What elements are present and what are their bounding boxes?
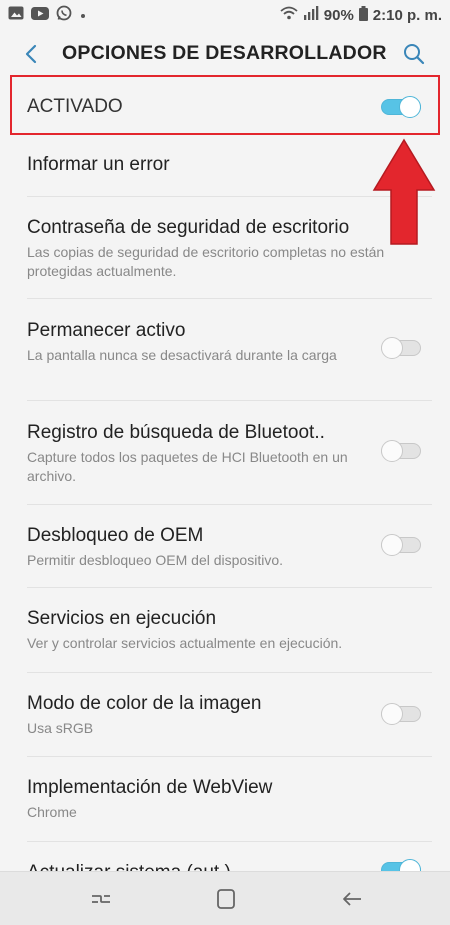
toggle-thumb — [399, 96, 421, 118]
dot-icon — [79, 7, 87, 24]
developer-options-master-switch-row[interactable]: ACTIVADO — [0, 78, 450, 136]
item-subtitle: Chrome — [27, 804, 77, 820]
home-icon — [212, 889, 240, 917]
item-subtitle: Ver y controlar servicios actualmente en… — [27, 635, 343, 651]
clock: 2:10 p. m. — [372, 6, 442, 24]
permanecer-activo-toggle[interactable] — [381, 337, 421, 359]
back-button[interactable] — [18, 40, 46, 68]
item-subtitle: Capture todos los paquetes de HCI Blueto… — [27, 449, 348, 484]
page-title: OPCIONES DE DESARROLLADOR — [62, 42, 387, 64]
home-button[interactable] — [212, 885, 240, 913]
list-item-servicios-ejecucion[interactable]: Servicios en ejecución Ver y controlar s… — [0, 588, 450, 672]
list-item-modo-color-imagen[interactable]: Modo de color de la imagen Usa sRGB — [0, 673, 450, 756]
toggle-thumb — [381, 440, 403, 462]
nav-back-button[interactable] — [338, 885, 366, 913]
wifi-icon — [280, 6, 298, 24]
battery-percent: 90% — [323, 6, 354, 24]
status-right-icons: 90% 2:10 p. m. — [280, 5, 450, 25]
toggle-thumb — [381, 337, 403, 359]
master-switch-label: ACTIVADO — [27, 96, 123, 117]
recent-apps-icon — [87, 895, 115, 917]
list-item-contrasena-seguridad[interactable]: Contraseña de seguridad de escritorio La… — [0, 197, 450, 298]
gallery-icon — [8, 6, 24, 24]
item-title: Desbloqueo de OEM — [27, 525, 204, 546]
youtube-icon — [31, 6, 49, 24]
navigation-bar — [0, 871, 450, 925]
item-title: Informar un error — [27, 154, 170, 175]
item-subtitle: Usa sRGB — [27, 720, 94, 736]
item-subtitle: Permitir desbloqueo OEM del dispositivo. — [27, 552, 284, 568]
item-title: Registro de búsqueda de Bluetoot.. — [27, 422, 325, 443]
item-title: Implementación de WebView — [27, 777, 273, 798]
status-left-icons — [0, 5, 87, 25]
list-item-implementacion-webview[interactable]: Implementación de WebView Chrome — [0, 757, 450, 841]
battery-icon — [358, 5, 368, 25]
item-title: Contraseña de seguridad de escritorio — [27, 217, 350, 238]
item-subtitle: Las copias de seguridad de escritorio co… — [27, 244, 385, 279]
list-item-permanecer-activo[interactable]: Permanecer activo La pantalla nunca se d… — [0, 299, 450, 400]
registro-bluetooth-toggle[interactable] — [381, 440, 421, 462]
master-switch-toggle[interactable] — [381, 96, 421, 118]
item-title: Permanecer activo — [27, 320, 186, 341]
item-title: Actualizar sistema (aut.) — [27, 862, 231, 871]
list-item-actualizar-sistema[interactable]: Actualizar sistema (aut.) — [0, 842, 450, 871]
toggle-thumb — [399, 859, 421, 871]
list-item-desbloqueo-oem[interactable]: Desbloqueo de OEM Permitir desbloqueo OE… — [0, 505, 450, 587]
whatsapp-icon — [56, 5, 72, 25]
modo-color-toggle[interactable] — [381, 703, 421, 725]
status-bar: 90% 2:10 p. m. — [0, 0, 450, 30]
search-icon — [400, 44, 428, 72]
item-title: Servicios en ejecución — [27, 608, 217, 629]
toggle-thumb — [381, 534, 403, 556]
actualizar-sistema-toggle[interactable] — [381, 859, 421, 871]
toggle-thumb — [381, 703, 403, 725]
chevron-left-icon — [18, 44, 46, 72]
recent-apps-button[interactable] — [87, 885, 115, 913]
search-button[interactable] — [400, 40, 428, 68]
list-item-informar-error[interactable]: Informar un error — [0, 138, 450, 196]
item-subtitle: La pantalla nunca se desactivará durante… — [27, 347, 337, 363]
desbloqueo-oem-toggle[interactable] — [381, 534, 421, 556]
list-item-registro-bluetooth[interactable]: Registro de búsqueda de Bluetoot.. Captu… — [0, 401, 450, 504]
app-bar: OPCIONES DE DESARROLLADOR — [0, 30, 450, 78]
signal-icon — [303, 6, 319, 24]
back-icon — [338, 892, 366, 917]
item-title: Modo de color de la imagen — [27, 693, 262, 714]
